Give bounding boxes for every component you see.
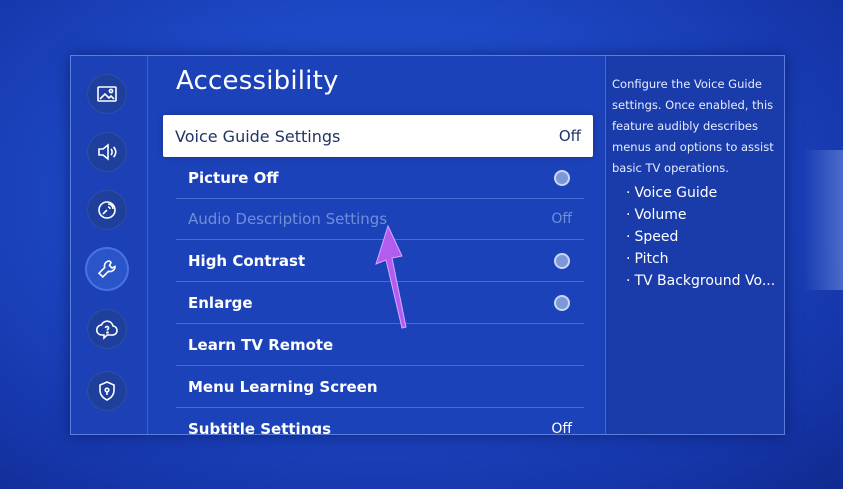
- help-list-item: Pitch: [626, 248, 775, 270]
- menu-item-label: High Contrast: [188, 252, 306, 270]
- menu-item-label: Audio Description Settings: [188, 210, 388, 228]
- sidebar-item-privacy[interactable]: [87, 371, 127, 411]
- help-list: Voice Guide Volume Speed Pitch TV Backgr…: [626, 182, 775, 292]
- menu-item-label: Subtitle Settings: [188, 420, 332, 435]
- menu-item-menu-learning-screen[interactable]: Menu Learning Screen: [176, 367, 584, 408]
- menu-item-voice-guide-settings[interactable]: Voice Guide Settings Off: [163, 115, 593, 157]
- menu-item-subtitle-settings[interactable]: Subtitle Settings Off: [176, 409, 584, 435]
- menu-item-label: Learn TV Remote: [188, 336, 334, 354]
- privacy-shield-icon: [99, 381, 115, 401]
- settings-window: Accessibility Voice Guide Settings Off P…: [70, 55, 785, 435]
- menu-item-label: Picture Off: [188, 169, 279, 187]
- toggle-radio[interactable]: [554, 295, 570, 311]
- sidebar-item-picture[interactable]: [87, 74, 127, 114]
- wrench-icon: [97, 260, 116, 279]
- sidebar-item-support[interactable]: [87, 309, 127, 349]
- menu-item-picture-off[interactable]: Picture Off: [176, 158, 584, 199]
- broadcasting-icon: [98, 201, 116, 219]
- menu-item-value: Off: [558, 127, 581, 145]
- menu-item-label: Voice Guide Settings: [175, 126, 341, 146]
- menu-item-label: Enlarge: [188, 294, 253, 312]
- toggle-radio[interactable]: [554, 170, 570, 186]
- page-title: Accessibility: [176, 66, 339, 96]
- help-list-item: Volume: [626, 204, 775, 226]
- annotation-arrow-icon: [375, 224, 407, 329]
- sidebar-item-sound[interactable]: [87, 132, 127, 172]
- help-list-item: Voice Guide: [626, 182, 775, 204]
- picture-icon: [97, 86, 117, 102]
- sound-icon: [98, 143, 117, 161]
- support-icon: [95, 320, 118, 340]
- toggle-radio[interactable]: [554, 253, 570, 269]
- sidebar-item-broadcasting[interactable]: [87, 190, 127, 230]
- sidebar-item-general[interactable]: [87, 249, 127, 289]
- help-description: Configure the Voice Guide settings. Once…: [612, 77, 774, 175]
- help-panel: Configure the Voice Guide settings. Once…: [605, 56, 784, 434]
- help-list-item: Speed: [626, 226, 775, 248]
- menu-item-value: Off: [551, 421, 572, 435]
- menu-item-label: Menu Learning Screen: [188, 378, 378, 396]
- settings-sidebar: [71, 56, 148, 434]
- help-list-item: TV Background Vo...: [626, 270, 775, 292]
- screen-glare: [803, 150, 843, 290]
- menu-item-value: Off: [551, 211, 572, 227]
